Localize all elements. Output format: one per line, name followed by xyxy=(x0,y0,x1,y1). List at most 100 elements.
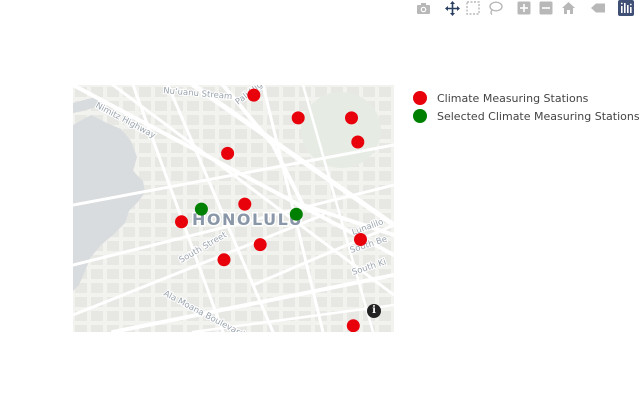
city-block xyxy=(363,171,375,181)
city-block xyxy=(171,227,183,237)
city-block xyxy=(187,185,199,195)
box-select-icon[interactable] xyxy=(464,0,482,16)
city-block xyxy=(155,325,167,332)
climate-station-marker[interactable] xyxy=(175,215,188,229)
legend-label: Climate Measuring Stations xyxy=(437,91,589,105)
legend-item-climate-stations[interactable]: Climate Measuring Stations xyxy=(408,89,638,107)
selected-station-marker[interactable] xyxy=(194,202,208,216)
city-block xyxy=(219,297,231,307)
city-block xyxy=(219,115,231,125)
city-label: HONOLULU xyxy=(192,210,303,229)
map-canvas[interactable]: Nuʻuanu StreamNimitz HighwayPali Highway… xyxy=(73,85,394,332)
city-block xyxy=(139,255,151,265)
camera-icon[interactable] xyxy=(414,0,432,16)
city-block xyxy=(315,185,327,195)
city-block xyxy=(283,255,295,265)
city-block xyxy=(347,297,359,307)
city-block xyxy=(379,171,391,181)
zoom-in-icon[interactable] xyxy=(515,0,533,16)
city-block xyxy=(91,269,103,279)
city-block xyxy=(235,283,247,293)
city-block xyxy=(139,199,151,209)
climate-station-marker[interactable] xyxy=(217,253,231,267)
city-block xyxy=(107,269,119,279)
city-block xyxy=(139,157,151,167)
city-block xyxy=(283,129,295,139)
city-block xyxy=(203,129,215,139)
legend-item-selected-stations[interactable]: Selected Climate Measuring Stations xyxy=(408,107,640,125)
legend-marker-green xyxy=(413,109,427,123)
info-icon[interactable]: i xyxy=(367,304,381,318)
climate-station-marker[interactable] xyxy=(221,146,235,160)
city-block xyxy=(299,297,311,307)
city-block xyxy=(251,255,263,265)
city-block xyxy=(139,87,151,97)
city-block xyxy=(235,269,247,279)
city-block xyxy=(219,185,231,195)
city-block xyxy=(203,115,215,125)
city-block xyxy=(251,157,263,167)
climate-station-marker[interactable] xyxy=(253,238,267,252)
city-block xyxy=(379,115,391,125)
city-block xyxy=(155,255,167,265)
climate-station-marker[interactable] xyxy=(238,197,252,211)
plotly-logo-icon[interactable] xyxy=(617,0,635,16)
legend-label: Selected Climate Measuring Stations xyxy=(437,109,640,123)
climate-station-marker[interactable] xyxy=(351,135,365,149)
city-block xyxy=(123,269,135,279)
city-block xyxy=(123,297,135,307)
legend: Climate Measuring Stations Selected Clim… xyxy=(408,89,640,125)
city-block xyxy=(267,171,279,181)
city-block xyxy=(379,325,391,332)
city-block xyxy=(187,171,199,181)
climate-station-marker[interactable] xyxy=(345,111,358,125)
home-icon[interactable] xyxy=(559,0,577,16)
city-block xyxy=(123,101,135,111)
hover-icon[interactable] xyxy=(589,0,607,16)
city-block xyxy=(283,101,295,111)
city-block xyxy=(123,255,135,265)
climate-station-marker[interactable] xyxy=(247,88,261,102)
city-block xyxy=(315,269,327,279)
map-view[interactable]: Nuʻuanu StreamNimitz HighwayPali Highway… xyxy=(73,85,394,332)
city-block xyxy=(107,311,119,321)
city-block xyxy=(235,311,247,321)
city-block xyxy=(363,283,375,293)
city-block xyxy=(283,87,295,97)
city-block xyxy=(187,101,199,111)
city-block xyxy=(123,227,135,237)
city-block xyxy=(203,269,215,279)
city-block xyxy=(155,101,167,111)
city-block xyxy=(251,269,263,279)
climate-station-marker[interactable] xyxy=(346,319,360,332)
city-block xyxy=(283,241,295,251)
city-block xyxy=(219,283,231,293)
city-block xyxy=(139,297,151,307)
climate-station-marker[interactable] xyxy=(291,111,305,125)
city-block xyxy=(75,325,87,332)
selected-station-marker[interactable] xyxy=(289,207,303,221)
city-block xyxy=(139,269,151,279)
city-block xyxy=(283,283,295,293)
city-block xyxy=(75,297,87,307)
city-block xyxy=(155,199,167,209)
city-block xyxy=(155,227,167,237)
city-block xyxy=(203,143,215,153)
zoom-out-icon[interactable] xyxy=(537,0,555,16)
city-block xyxy=(91,311,103,321)
city-block xyxy=(299,185,311,195)
city-block xyxy=(379,199,391,209)
city-block xyxy=(139,213,151,223)
city-block xyxy=(155,213,167,223)
city-block xyxy=(139,143,151,153)
pan-icon[interactable] xyxy=(443,0,461,16)
city-block xyxy=(299,171,311,181)
climate-station-marker[interactable] xyxy=(354,233,367,246)
lasso-select-icon[interactable] xyxy=(486,0,504,16)
park-area xyxy=(301,92,381,168)
city-block xyxy=(251,325,263,332)
city-block xyxy=(139,227,151,237)
city-block xyxy=(267,241,279,251)
city-block xyxy=(379,157,391,167)
city-block xyxy=(203,101,215,111)
